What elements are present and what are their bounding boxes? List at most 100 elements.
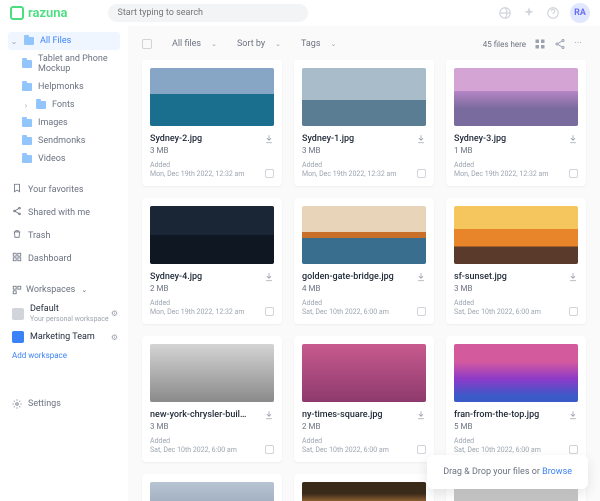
folder-label: Images	[38, 118, 68, 128]
file-checkbox[interactable]	[265, 169, 274, 178]
share-icon[interactable]	[554, 38, 566, 50]
file-checkbox[interactable]	[417, 169, 426, 178]
file-card[interactable]	[142, 474, 282, 501]
file-card[interactable]: fran-from-the-top.jpg5 MBAddedSat, Dec 1…	[446, 336, 586, 462]
download-icon[interactable]	[416, 272, 426, 282]
workspace-item[interactable]: DefaultYour personal workspace⚙	[8, 300, 120, 327]
file-thumbnail[interactable]	[302, 482, 426, 501]
file-card[interactable]: Sydney-2.jpg3 MBAddedMon, Dec 19th 2022,…	[142, 60, 282, 186]
globe-icon[interactable]	[498, 6, 512, 20]
file-thumbnail[interactable]	[150, 344, 274, 402]
file-thumbnail[interactable]	[150, 206, 274, 264]
download-icon[interactable]	[568, 410, 578, 420]
download-icon[interactable]	[568, 134, 578, 144]
folder-item[interactable]: Videos	[8, 150, 120, 168]
folder-item[interactable]: Tablet and Phone Mockup	[8, 50, 120, 78]
nav-item[interactable]: Shared with me	[8, 201, 120, 224]
file-thumbnail[interactable]	[454, 344, 578, 402]
folder-icon	[24, 37, 34, 45]
folder-item[interactable]: Sendmonks	[8, 132, 120, 150]
download-icon[interactable]	[416, 410, 426, 420]
file-thumbnail[interactable]	[302, 344, 426, 402]
more-icon[interactable]: ⋯	[574, 38, 586, 50]
file-size: 3 MB	[302, 146, 416, 155]
meta-label: Added	[302, 437, 426, 445]
dropzone[interactable]: Drag & Drop your files or Browse	[427, 455, 588, 489]
meta-label: Added	[302, 299, 426, 307]
file-name: golden-gate-bridge.jpg	[302, 272, 416, 282]
file-date: Mon, Dec 19th 2022, 12:32 am	[302, 170, 426, 178]
content-area: All files⌄ Sort by⌄ Tags⌄ 45 files here …	[128, 26, 600, 501]
meta-label: Added	[454, 437, 578, 445]
chevron-icon: ›	[22, 101, 30, 110]
meta-label: Added	[302, 161, 426, 169]
logo-icon	[10, 6, 24, 20]
file-card[interactable]: Sydney-3.jpg1 MBAddedMon, Dec 19th 2022,…	[446, 60, 586, 186]
file-size: 2 MB	[150, 284, 264, 293]
select-all-checkbox[interactable]	[142, 39, 152, 49]
file-name: Sydney-2.jpg	[150, 134, 264, 144]
nav-item[interactable]: Trash	[8, 224, 120, 247]
folder-label: Tablet and Phone Mockup	[38, 54, 118, 74]
bookmark-icon	[12, 183, 22, 196]
file-card[interactable]: ny-times-square.jpg2 MBAddedSat, Dec 10t…	[294, 336, 434, 462]
file-date: Mon, Dec 19th 2022, 12:32 am	[150, 170, 274, 178]
file-checkbox[interactable]	[569, 169, 578, 178]
settings-link[interactable]: Settings	[8, 394, 120, 414]
file-card[interactable]: Sydney-1.jpg3 MBAddedMon, Dec 19th 2022,…	[294, 60, 434, 186]
download-icon[interactable]	[568, 272, 578, 282]
file-checkbox[interactable]	[265, 307, 274, 316]
file-checkbox[interactable]	[569, 307, 578, 316]
sort-filter[interactable]: Sort by⌄	[237, 39, 281, 49]
tags-filter[interactable]: Tags⌄	[301, 39, 336, 49]
download-icon[interactable]	[416, 134, 426, 144]
browse-link[interactable]: Browse	[542, 467, 572, 477]
file-thumbnail[interactable]	[454, 68, 578, 126]
gear-icon[interactable]: ⚙	[111, 333, 118, 342]
folder-item[interactable]: Helpmonks	[8, 78, 120, 96]
download-icon[interactable]	[264, 272, 274, 282]
file-date: Mon, Dec 19th 2022, 12:32 am	[454, 170, 578, 178]
file-thumbnail[interactable]	[150, 68, 274, 126]
file-card[interactable]: golden-gate-bridge.jpg4 MBAddedSat, Dec …	[294, 198, 434, 324]
brand-logo[interactable]: razuna	[10, 6, 68, 21]
grid-view-icon[interactable]	[534, 38, 546, 50]
help-icon[interactable]	[546, 6, 560, 20]
file-name: Sydney-4.jpg	[150, 272, 264, 282]
folder-item[interactable]: ⌄All Files	[8, 32, 120, 50]
file-date: Sat, Dec 10th 2022, 6:00 am	[150, 446, 274, 454]
avatar[interactable]: RA	[570, 3, 590, 23]
gear-icon[interactable]: ⚙	[111, 309, 118, 318]
chevron-down-icon: ⌄	[275, 40, 281, 48]
folder-item[interactable]: › Fonts	[8, 96, 120, 114]
workspace-item[interactable]: Marketing Team⚙	[8, 327, 120, 347]
folder-icon	[22, 137, 32, 145]
folder-label: Sendmonks	[38, 136, 85, 146]
file-thumbnail[interactable]	[150, 482, 274, 501]
sparkle-icon[interactable]	[522, 6, 536, 20]
file-checkbox[interactable]	[265, 445, 274, 454]
search-input[interactable]	[108, 4, 308, 22]
workspaces-header[interactable]: Workspaces ⌄	[8, 280, 120, 300]
file-card[interactable]: Sydney-4.jpg2 MBAddedMon, Dec 19th 2022,…	[142, 198, 282, 324]
file-size: 3 MB	[454, 284, 568, 293]
grid-icon	[12, 252, 22, 265]
file-thumbnail[interactable]	[302, 68, 426, 126]
file-checkbox[interactable]	[417, 307, 426, 316]
download-icon[interactable]	[264, 410, 274, 420]
scope-filter[interactable]: All files⌄	[172, 39, 217, 49]
file-checkbox[interactable]	[569, 445, 578, 454]
file-card[interactable]: sf-sunset.jpg3 MBAddedSat, Dec 10th 2022…	[446, 198, 586, 324]
file-date: Sat, Dec 10th 2022, 6:00 am	[302, 446, 426, 454]
add-workspace-link[interactable]: Add workspace	[8, 347, 120, 364]
file-checkbox[interactable]	[417, 445, 426, 454]
folder-label: Fonts	[52, 100, 75, 110]
file-card[interactable]: new-york-chrysler-buil…3 MBAddedSat, Dec…	[142, 336, 282, 462]
file-card[interactable]	[294, 474, 434, 501]
folder-item[interactable]: Images	[8, 114, 120, 132]
nav-item[interactable]: Dashboard	[8, 247, 120, 270]
nav-item[interactable]: Your favorites	[8, 178, 120, 201]
download-icon[interactable]	[264, 134, 274, 144]
file-thumbnail[interactable]	[454, 206, 578, 264]
file-thumbnail[interactable]	[302, 206, 426, 264]
